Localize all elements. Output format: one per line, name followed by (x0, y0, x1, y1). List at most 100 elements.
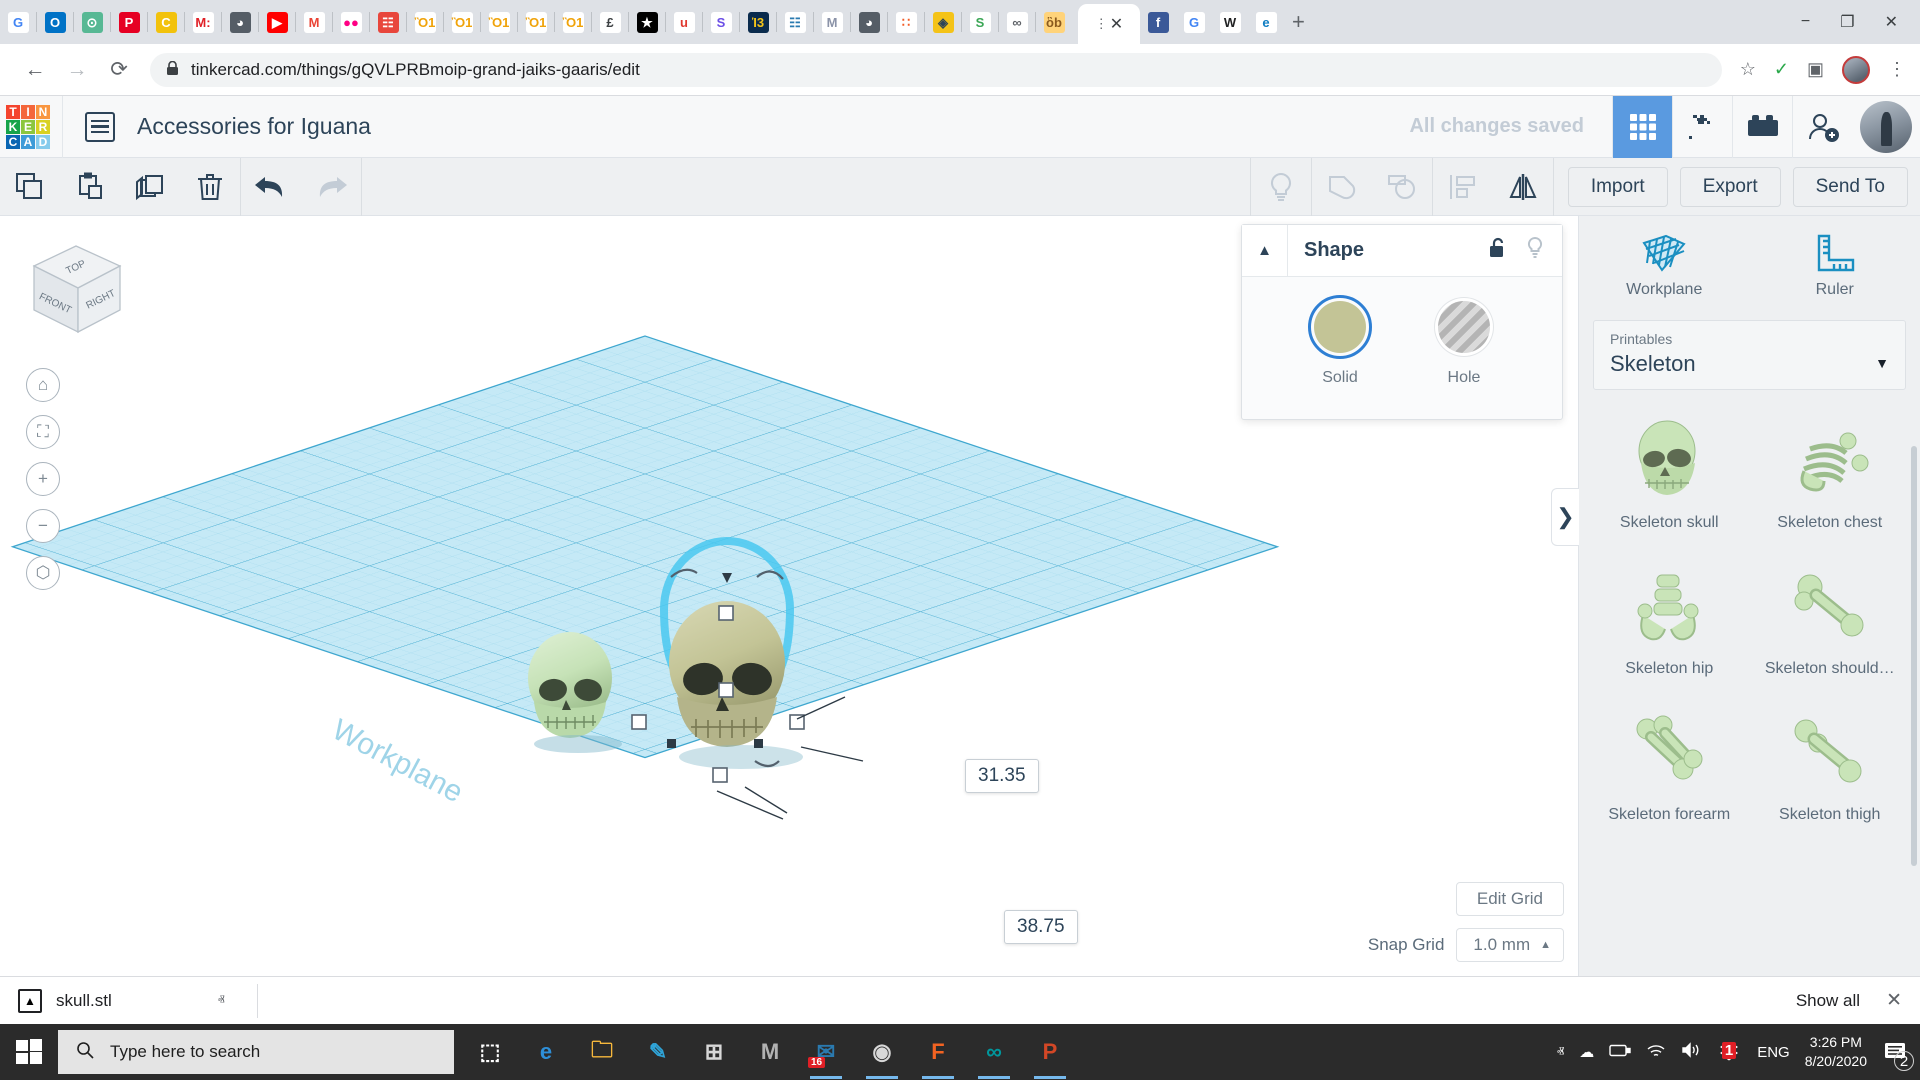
bookmark-lightbulb-site-5[interactable]: Ὂ1 (558, 7, 588, 37)
bookmark-game-controller[interactable]: ⊙ (77, 7, 107, 37)
export-button[interactable]: Export (1679, 166, 1781, 207)
design-list-icon[interactable] (85, 111, 115, 142)
bookmark-star-badge[interactable]: ★ (632, 7, 662, 37)
home-view-button[interactable]: ⌂ (26, 368, 60, 402)
reload-button[interactable]: ⟳ (98, 57, 140, 82)
battery-icon[interactable] (1609, 1044, 1631, 1061)
taskbar-file-explorer[interactable]: 🗀 (574, 1024, 630, 1080)
bookmark-lightbulb-site-2[interactable]: Ὂ1 (447, 7, 477, 37)
taskbar-microsoft-store[interactable]: ⊞ (686, 1024, 742, 1080)
solid-swatch[interactable] (1308, 295, 1372, 359)
taskbar-paint-3d[interactable]: ✎ (630, 1024, 686, 1080)
wifi-icon[interactable] (1646, 1043, 1666, 1062)
url-input[interactable]: tinkercad.com/things/gQVLPRBmoip-grand-j… (150, 52, 1722, 87)
tinkercad-logo[interactable]: TIN KER CAD (6, 104, 50, 149)
ungroup-button[interactable] (1372, 158, 1432, 216)
shape-item-skeleton-chest[interactable]: Skeleton chest (1750, 402, 1911, 546)
bookmark-m-script[interactable]: M (817, 7, 847, 37)
fit-all-button[interactable]: ⛶ (26, 415, 60, 449)
depth-dimension-box[interactable]: 31.35 (965, 759, 1039, 793)
close-download-bar-button[interactable]: ✕ (1886, 989, 1902, 1012)
bookmark-star-icon[interactable]: ☆ (1740, 59, 1756, 80)
bookmark-lightbulb-site-4[interactable]: Ὂ1 (521, 7, 551, 37)
start-button[interactable] (0, 1024, 58, 1080)
bookmark-red-book-site[interactable]: ☷ (373, 7, 403, 37)
hole-swatch[interactable] (1438, 301, 1490, 353)
sidebar-scrollbar[interactable] (1911, 446, 1917, 866)
chrome-menu-icon[interactable]: ⋮ (1888, 59, 1906, 80)
dropbox-tray-icon[interactable]: 1 (1716, 1039, 1742, 1065)
bookmark-link-site[interactable]: ∞ (1002, 7, 1032, 37)
taskbar-fusion-360[interactable]: F (910, 1024, 966, 1080)
unlock-icon[interactable] (1488, 237, 1508, 264)
ruler-tool[interactable]: Ruler (1750, 216, 1920, 316)
action-center-button[interactable]: 2 (1882, 1039, 1914, 1071)
view-cube[interactable]: TOP FRONT RIGHT (22, 234, 132, 344)
ortho-perspective-button[interactable]: ⬡ (26, 556, 60, 590)
bookmark-google[interactable]: G (1179, 7, 1209, 37)
close-tab-icon[interactable]: ✕ (1110, 14, 1123, 34)
bookmark-lightbulb-site-3[interactable]: Ὂ1 (484, 7, 514, 37)
show-all-downloads-button[interactable]: Show all (1796, 991, 1860, 1011)
shape-option-solid[interactable]: Solid (1308, 295, 1372, 387)
bookmark-script-u[interactable]: u (669, 7, 699, 37)
forward-button[interactable]: → (56, 58, 98, 82)
taskbar-mail-app[interactable]: ✉ 16 (798, 1024, 854, 1080)
taskbar-task-view[interactable]: ⬚ (462, 1024, 518, 1080)
show-hidden-icons-button[interactable]: ⱏ (1557, 1044, 1564, 1061)
minecraft-pickaxe-button[interactable] (1672, 95, 1732, 158)
snap-grid-select[interactable]: 1.0 mm ▲ (1456, 928, 1564, 962)
active-tab-tinkercad[interactable]: ⋮ ✕ (1078, 4, 1140, 44)
bookmark-wikipedia[interactable]: W (1215, 7, 1245, 37)
note-bulb-button[interactable] (1251, 158, 1311, 216)
delete-button[interactable] (180, 158, 240, 216)
user-avatar[interactable] (1860, 100, 1912, 153)
language-indicator[interactable]: ENG (1757, 1044, 1790, 1061)
duplicate-button[interactable] (120, 158, 180, 216)
undo-button[interactable] (241, 158, 301, 216)
bookmark-yellow-map[interactable]: ◈ (928, 7, 958, 37)
align-button[interactable] (1433, 158, 1493, 216)
bookmark-calendar-site[interactable]: ☷ (780, 7, 810, 37)
profile-avatar[interactable] (1842, 55, 1870, 84)
workplane-tool[interactable]: Workplane (1579, 216, 1750, 316)
shape-item-skeleton-thigh[interactable]: Skeleton thigh (1750, 694, 1911, 838)
shape-category-dropdown[interactable]: Printables Skeleton ▼ (1593, 320, 1906, 390)
bookmark-bear-avatar[interactable]: ὃb (1039, 7, 1069, 37)
invite-people-button[interactable] (1792, 95, 1852, 158)
shape-item-skeleton-hip[interactable]: Skeleton hip (1589, 548, 1750, 692)
width-dimension-box[interactable]: 38.75 (1004, 910, 1078, 944)
taskbar-edge-browser[interactable]: e (518, 1024, 574, 1080)
bookmark-globe-site[interactable]: ◕ (225, 7, 255, 37)
puzzle-extension-icon[interactable]: ▣ (1807, 59, 1824, 80)
maximize-button[interactable]: ❐ (1840, 12, 1854, 32)
volume-icon[interactable] (1681, 1042, 1701, 1062)
copy-button[interactable] (0, 158, 60, 216)
bookmark-grad-cap[interactable]: Ἱ3 (743, 7, 773, 37)
lego-brick-button[interactable] (1732, 95, 1792, 158)
edit-grid-button[interactable]: Edit Grid (1455, 882, 1564, 916)
bookmark-outlook[interactable]: O (40, 7, 70, 37)
bookmark-youtube[interactable]: ▶ (262, 7, 292, 37)
new-tab-button[interactable]: + (1292, 9, 1305, 35)
bookmark-pinterest[interactable]: P (114, 7, 144, 37)
taskbar-messenger-app[interactable]: M (742, 1024, 798, 1080)
bookmark-globe-site-2[interactable]: ◕ (854, 7, 884, 37)
paste-button[interactable] (60, 158, 120, 216)
shape-item-skeleton-skull[interactable]: Skeleton skull (1589, 402, 1750, 546)
zoom-in-button[interactable]: + (26, 462, 60, 496)
taskbar-powerpoint[interactable]: P (1022, 1024, 1078, 1080)
shape-option-hole[interactable]: Hole (1438, 301, 1490, 387)
bookmark-m-colon-site[interactable]: M: (188, 7, 218, 37)
minimize-button[interactable]: − (1801, 13, 1810, 31)
group-button[interactable] (1312, 158, 1372, 216)
bulb-icon[interactable] (1526, 236, 1544, 264)
import-button[interactable]: Import (1567, 166, 1668, 207)
mirror-button[interactable] (1493, 158, 1553, 216)
bookmark-gmail[interactable]: M (299, 7, 329, 37)
bookmark-flickr[interactable]: ●● (336, 7, 366, 37)
shape-item-skeleton-forearm[interactable]: Skeleton forearm (1589, 694, 1750, 838)
onedrive-icon[interactable]: ☁ (1579, 1043, 1594, 1061)
download-menu-icon[interactable]: ⱏ (218, 992, 225, 1009)
bookmark-s-app[interactable]: S (706, 7, 736, 37)
